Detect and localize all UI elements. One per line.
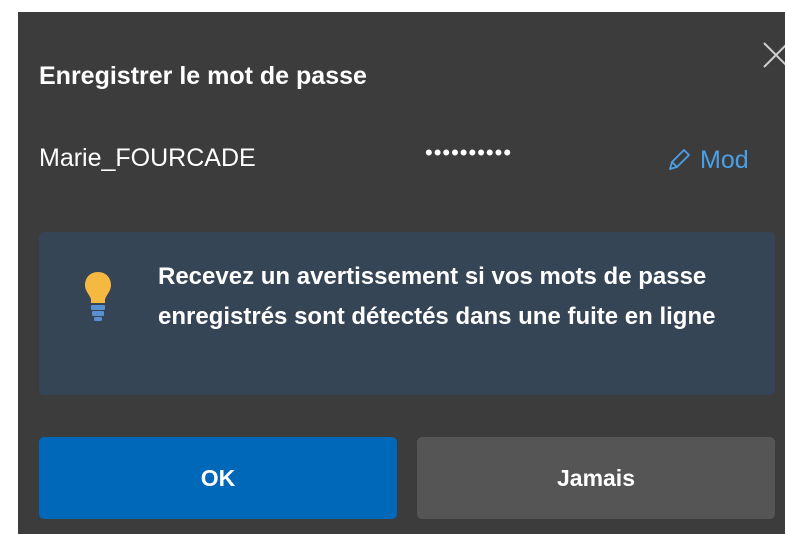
save-password-dialog: Enregistrer le mot de passe Marie_FOURCA… xyxy=(18,12,785,534)
username-field: Marie_FOURCADE xyxy=(39,144,256,172)
close-button[interactable] xyxy=(761,40,785,70)
breach-alert-info-box: Recevez un avertissement si vos mots de … xyxy=(39,232,775,395)
close-icon[interactable] xyxy=(761,40,785,70)
dialog-title: Enregistrer le mot de passe xyxy=(39,62,367,90)
lightbulb-icon xyxy=(85,272,111,321)
edit-link-label[interactable]: Mod xyxy=(700,146,749,175)
ok-button[interactable]: OK xyxy=(39,437,397,519)
password-field: •••••••••• xyxy=(425,140,513,165)
breach-alert-text: Recevez un avertissement si vos mots de … xyxy=(158,263,716,330)
never-button[interactable]: Jamais xyxy=(417,437,775,519)
edit-link[interactable]: Mod xyxy=(666,140,749,180)
pencil-icon[interactable] xyxy=(666,147,692,173)
